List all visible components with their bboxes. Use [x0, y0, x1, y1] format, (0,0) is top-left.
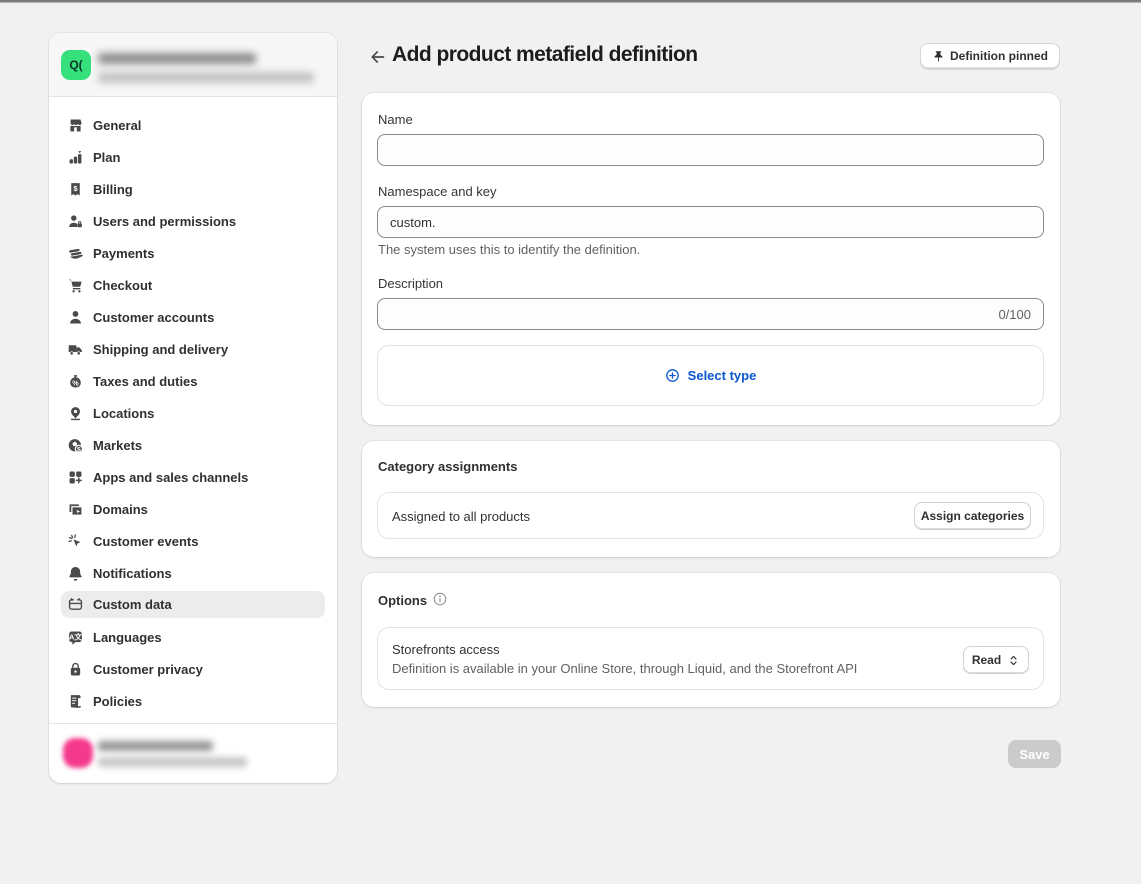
- svg-text:%: %: [72, 378, 79, 387]
- svg-text:A文: A文: [69, 631, 83, 641]
- svg-text:$: $: [77, 446, 81, 453]
